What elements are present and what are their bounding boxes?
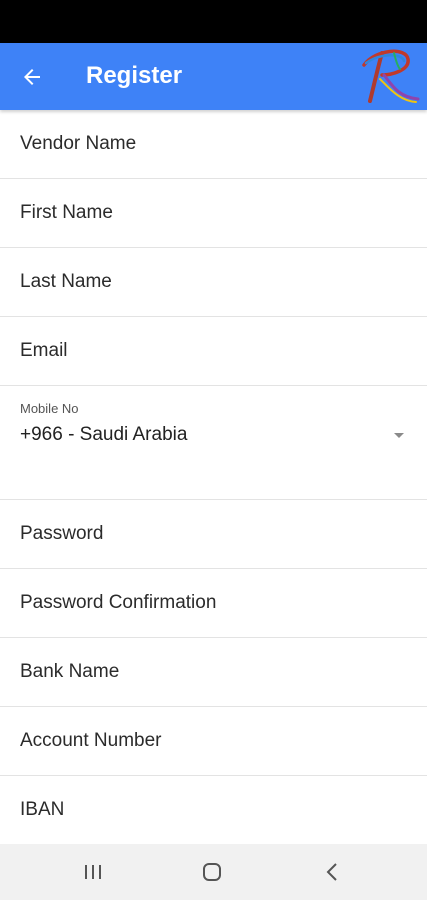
arrow-left-icon [24, 69, 40, 85]
vendor-name-field-row [0, 110, 427, 179]
email-field-row [0, 317, 427, 386]
first-name-input[interactable] [20, 179, 410, 247]
iban-field-row [0, 776, 427, 845]
country-code-value: +966 - Saudi Arabia [20, 424, 188, 445]
bank-name-input[interactable] [20, 638, 410, 706]
home-button[interactable] [192, 856, 232, 888]
recents-icon [85, 865, 101, 879]
country-code-select[interactable]: +966 - Saudi Arabia [20, 422, 412, 452]
mobile-field-row: Mobile No +966 - Saudi Arabia [0, 386, 427, 500]
password-field-row [0, 500, 427, 569]
system-nav-bar [0, 844, 427, 900]
bank-name-field-row [0, 638, 427, 707]
app-bar: Register [0, 43, 427, 110]
mobile-label: Mobile No [20, 401, 79, 416]
back-chevron-icon [326, 863, 337, 881]
iban-input[interactable] [20, 776, 410, 844]
password-input[interactable] [20, 500, 410, 568]
home-icon [203, 863, 221, 881]
password-confirmation-field-row [0, 569, 427, 638]
register-form: Mobile No +966 - Saudi Arabia [0, 110, 427, 845]
account-number-input[interactable] [20, 707, 410, 775]
password-confirmation-input[interactable] [20, 569, 410, 637]
vendor-name-input[interactable] [20, 110, 410, 178]
page-title: Register [86, 62, 183, 89]
system-back-button[interactable] [312, 856, 352, 888]
account-number-field-row [0, 707, 427, 776]
email-input[interactable] [20, 317, 410, 385]
status-bar [0, 0, 427, 43]
first-name-field-row [0, 179, 427, 248]
back-button[interactable] [14, 60, 50, 94]
recents-button[interactable] [73, 856, 113, 888]
last-name-field-row [0, 248, 427, 317]
last-name-input[interactable] [20, 248, 410, 316]
brand-logo [362, 49, 420, 103]
dropdown-arrow-icon [394, 433, 404, 438]
